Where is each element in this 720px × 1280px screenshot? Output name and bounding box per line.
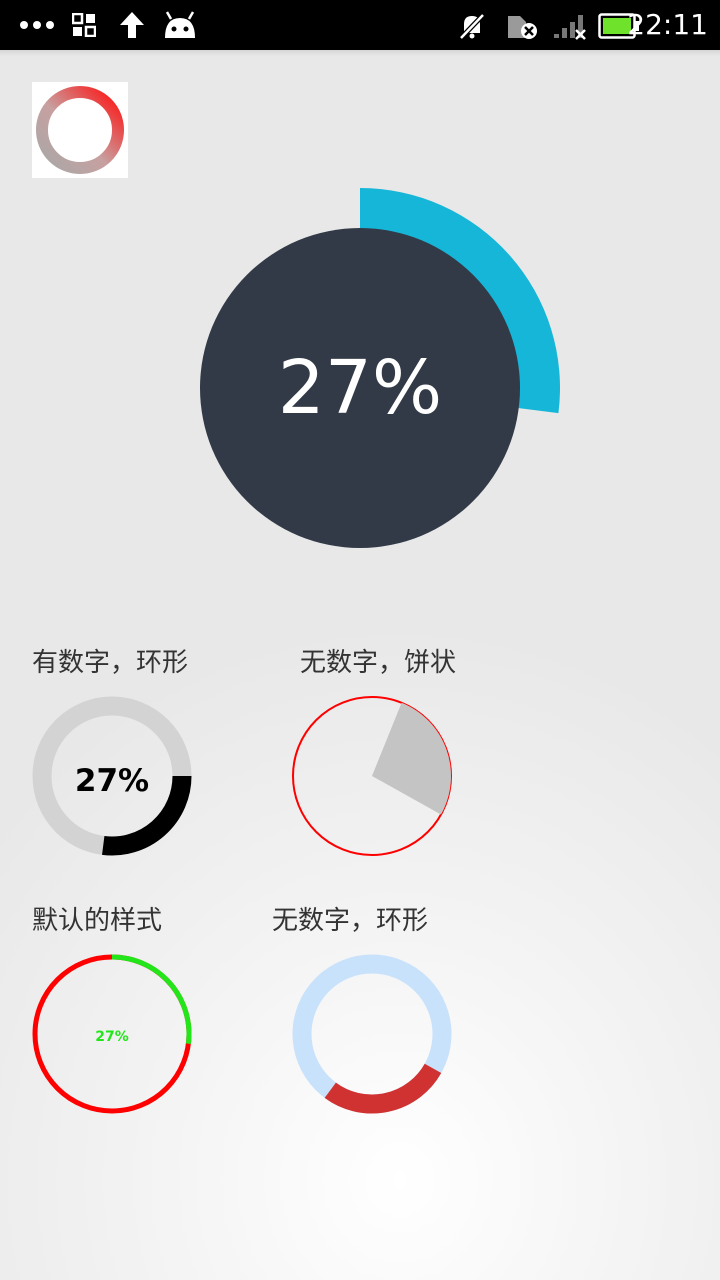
upload-icon xyxy=(120,12,144,38)
pie-progress xyxy=(287,691,457,861)
signal-icon xyxy=(554,15,586,40)
mute-icon xyxy=(459,13,485,40)
main-progress-text: 27% xyxy=(278,345,442,431)
pie-slice xyxy=(372,702,451,815)
main-progress: 27% xyxy=(160,180,580,560)
pie-label: 无数字，饼状 xyxy=(300,648,457,678)
sim-icon xyxy=(508,16,537,39)
action-bar-shadow xyxy=(0,50,720,56)
ring-label: 无数字，环形 xyxy=(272,906,429,936)
android-icon xyxy=(165,11,195,38)
status-bar: 22:11 xyxy=(0,0,720,50)
ring-number-label: 有数字，环形 xyxy=(32,648,189,678)
default-progress-text: 27% xyxy=(95,1029,129,1045)
app-logo xyxy=(32,82,128,178)
ring-progress xyxy=(287,949,457,1119)
default-style-label: 默认的样式 xyxy=(32,906,163,936)
more-icon xyxy=(20,21,54,29)
default-progress: 27% xyxy=(27,949,197,1119)
status-time: 22:11 xyxy=(627,8,708,41)
ring-progress-arc xyxy=(324,1063,442,1114)
ring-number-text: 27% xyxy=(75,763,149,799)
ring-number-progress: 27% xyxy=(27,691,197,861)
ring-logo-icon xyxy=(36,86,124,174)
apps-icon xyxy=(72,13,96,37)
